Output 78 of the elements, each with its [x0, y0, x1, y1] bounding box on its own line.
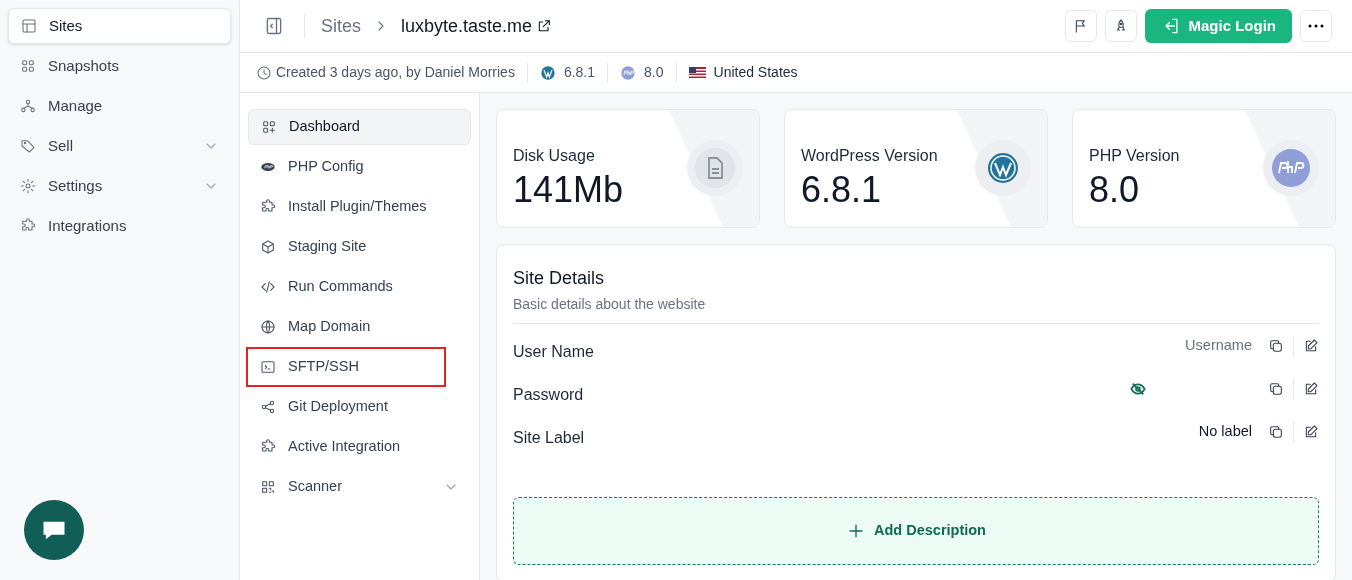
nav-item[interactable]: Map Domain — [248, 309, 471, 345]
rocket-button[interactable] — [1104, 10, 1137, 42]
field-value: No label — [1198, 421, 1252, 441]
external-link-button[interactable] — [536, 18, 553, 34]
sidebar-item[interactable]: Sites — [8, 8, 231, 44]
nav-item[interactable]: Git Deployment — [248, 389, 471, 425]
eye-off-icon — [1130, 380, 1146, 397]
more-icon — [1308, 24, 1324, 28]
edit-button[interactable] — [1303, 423, 1319, 440]
terminal-icon — [260, 359, 276, 375]
stat-value: 8.0 — [1089, 168, 1141, 212]
globe-icon — [260, 319, 276, 335]
field-label: Site Label — [513, 427, 585, 448]
tag-icon — [20, 138, 36, 154]
wordpress-icon — [539, 64, 556, 81]
flag-icon — [688, 67, 706, 78]
sidebar-item[interactable]: Sell — [8, 128, 231, 164]
country: United States — [713, 63, 798, 82]
edit-icon — [1303, 380, 1319, 397]
nav-item[interactable]: Dashboard — [248, 109, 471, 145]
edit-button[interactable] — [1303, 380, 1319, 397]
field-label: Password — [513, 384, 584, 405]
apps-icon — [261, 119, 277, 135]
edit-icon — [1303, 423, 1319, 440]
nav-item[interactable]: Staging Site — [248, 229, 471, 265]
add-description-button[interactable]: Add Description — [513, 497, 1319, 565]
reveal-button[interactable] — [1130, 380, 1146, 397]
created-text: Created 3 days ago, by Daniel Morries — [276, 63, 515, 82]
card-title: Site Details — [513, 267, 606, 290]
grid-icon — [20, 58, 36, 74]
card-subtitle: Basic details about the website — [513, 294, 1319, 324]
copy-button[interactable] — [1268, 337, 1284, 354]
php-icon — [620, 64, 637, 81]
qr-code-icon — [260, 479, 276, 495]
breadcrumb-link[interactable]: Sites — [321, 12, 362, 40]
nav-item[interactable]: Scanner — [248, 469, 471, 505]
share-icon — [260, 399, 276, 415]
panel-icon — [264, 16, 284, 36]
php-icon — [1263, 140, 1319, 196]
value-field[interactable]: Username — [1132, 334, 1252, 357]
nav-item[interactable]: Run Commands — [248, 269, 471, 305]
nav-item[interactable]: PHP Config — [248, 149, 471, 185]
stat-label: Disk Usage — [513, 146, 596, 166]
sidebar-item[interactable]: Snapshots — [8, 48, 231, 84]
puzzle-icon — [260, 439, 276, 455]
edit-button[interactable] — [1303, 337, 1319, 354]
flag-button[interactable] — [1064, 10, 1097, 42]
document-icon — [687, 140, 743, 196]
stat-label: PHP Version — [1089, 146, 1181, 166]
edit-icon — [1303, 337, 1319, 354]
copy-icon — [1268, 380, 1284, 397]
stat-value: 141Mb — [513, 168, 625, 212]
nav-item[interactable]: Active Integration — [248, 429, 471, 465]
php-version: 8.0 — [644, 63, 664, 82]
hierarchy-icon — [20, 98, 36, 114]
nav-item[interactable]: SFTP/SSH — [248, 349, 444, 385]
stat-label: WordPress Version — [801, 146, 939, 166]
puzzle-icon — [260, 199, 276, 215]
site-title: luxbyte.taste.me — [401, 14, 533, 38]
copy-icon — [1268, 337, 1284, 354]
copy-button[interactable] — [1268, 380, 1284, 397]
chat-button[interactable] — [24, 500, 84, 560]
copy-icon — [1268, 423, 1284, 440]
stat-value: 6.8.1 — [801, 168, 883, 212]
field-label: User Name — [513, 341, 594, 362]
puzzle-icon — [20, 218, 36, 234]
sidebar-item[interactable]: Settings — [8, 168, 231, 204]
wordpress-version: 6.8.1 — [563, 63, 596, 82]
copy-button[interactable] — [1268, 423, 1284, 440]
wordpress-icon — [975, 140, 1031, 196]
cube-icon — [260, 239, 276, 255]
layout-icon — [21, 18, 37, 34]
external-link-icon — [536, 18, 553, 34]
sidebar-item[interactable]: Integrations — [8, 208, 231, 244]
sidebar-item[interactable]: Manage — [8, 88, 231, 124]
code-icon — [260, 279, 276, 295]
nav-item[interactable]: Install Plugin/Themes — [248, 189, 471, 225]
clock-icon — [256, 64, 272, 81]
